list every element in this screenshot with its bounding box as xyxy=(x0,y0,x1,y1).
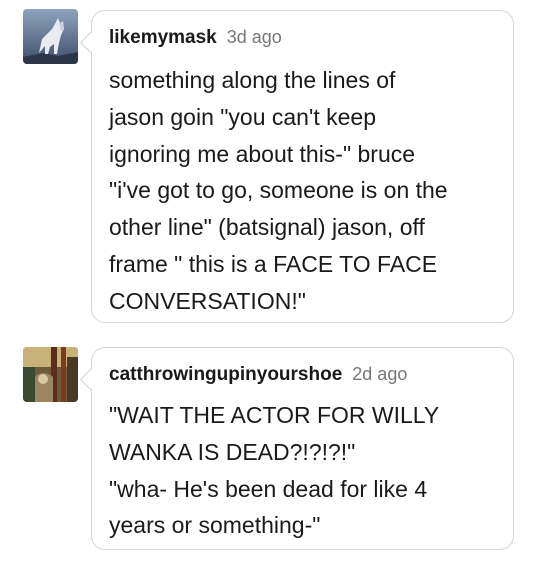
comment-line: frame " this is a FACE TO FACE xyxy=(109,250,438,277)
comment-line: WANKA IS DEAD?!?!?!" xyxy=(109,438,356,465)
username[interactable]: catthrowingupinyourshoe xyxy=(109,364,342,385)
comment-line: ignoring me about this-" bruce xyxy=(109,140,416,167)
cat-photo-avatar-icon[interactable] xyxy=(23,347,78,402)
comment-line: something along the lines of xyxy=(109,67,396,93)
comment-meta: catthrowingupinyourshoe 2d ago xyxy=(109,364,407,386)
comment-line: jason goin "you can't keep xyxy=(109,103,377,130)
comment-line: other line" (batsignal) jason, off xyxy=(109,214,425,241)
comment-text: "WAIT THE ACTOR FOR WILLY WANKA IS DEAD?… xyxy=(109,397,501,544)
comment-bubble: likemymask 3d ago something along the lin… xyxy=(91,10,514,323)
comment-text: something along the lines of jason goin … xyxy=(109,62,501,320)
comment-line: years or something-" xyxy=(109,512,321,539)
username[interactable]: likemymask xyxy=(109,27,217,48)
comment-line: "wha- He's been dead for like 4 xyxy=(109,475,428,502)
comment-line: "WAIT THE ACTOR FOR WILLY xyxy=(109,402,440,428)
timestamp: 3d ago xyxy=(226,27,282,47)
wolf-avatar-icon[interactable] xyxy=(23,9,78,64)
comment-line: CONVERSATION!" xyxy=(109,287,306,314)
comment-line: "i've got to go, someone is on the xyxy=(109,177,448,204)
timestamp: 2d ago xyxy=(352,364,408,384)
comment-bubble: catthrowingupinyourshoe 2d ago "WAIT THE … xyxy=(91,347,514,550)
comment-meta: likemymask 3d ago xyxy=(109,27,282,49)
